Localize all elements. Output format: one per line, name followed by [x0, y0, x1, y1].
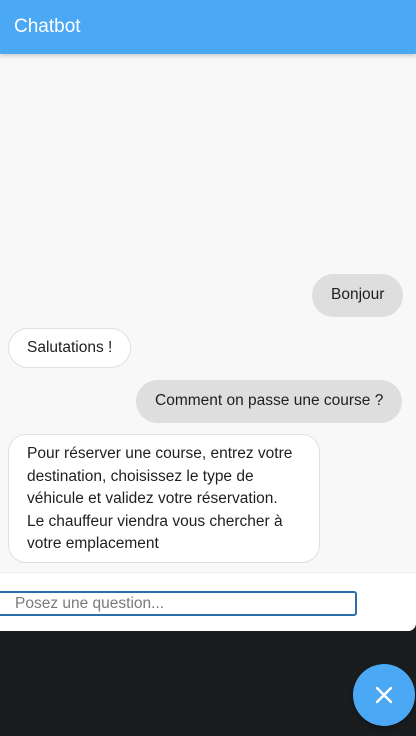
question-input[interactable]	[0, 591, 357, 616]
chat-title: Chatbot	[14, 16, 81, 37]
user-message: Bonjour	[312, 274, 404, 317]
chat-header: Chatbot	[0, 0, 416, 54]
message-line: destination, choisissez le type de	[27, 467, 254, 485]
user-message: Comment on passe une course ?	[136, 380, 403, 423]
message-line: Le chauffeur viendra vous chercher à	[27, 512, 283, 530]
message-text: Salutations !	[27, 338, 113, 356]
close-icon	[375, 686, 393, 704]
message-line: véhicule et validez votre réservation.	[27, 490, 278, 507]
bot-message: Salutations !	[8, 328, 132, 368]
message-line: Pour réserver une course, entrez votre	[27, 445, 293, 462]
bot-message: Pour réserver une course, entrez votre d…	[8, 434, 320, 563]
input-bar	[0, 572, 416, 631]
message-line: votre emplacement	[27, 535, 159, 552]
message-text: Comment on passe une course ?	[155, 392, 384, 410]
message-list: Bonjour Salutations ! Comment on passe u…	[0, 54, 416, 572]
chatbot-window: Chatbot Bonjour Salutations ! Comment on…	[0, 0, 416, 631]
close-chat-button[interactable]	[353, 664, 415, 726]
message-text: Bonjour	[331, 286, 385, 304]
